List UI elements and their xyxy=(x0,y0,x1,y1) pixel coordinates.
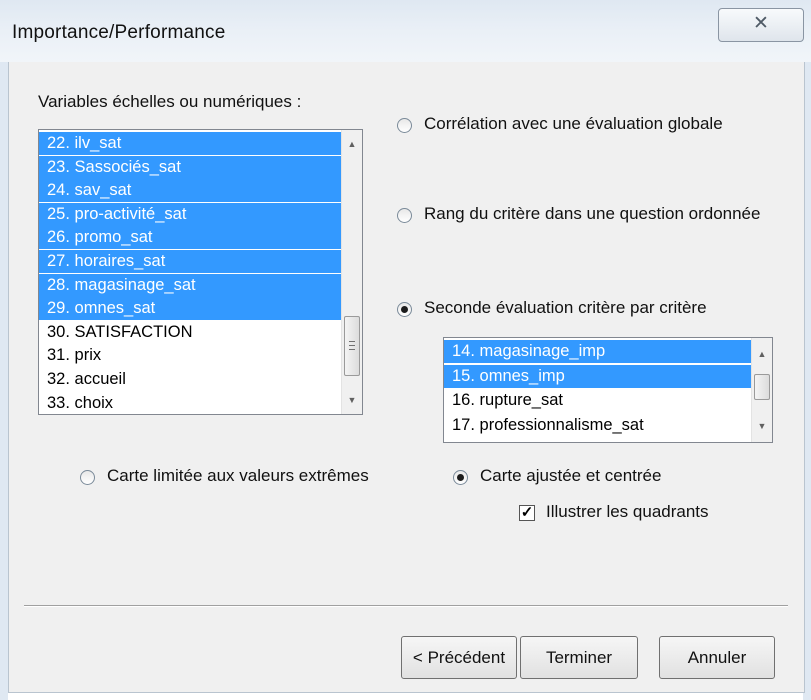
radio-seconde-label[interactable]: Seconde évaluation critère par critère xyxy=(424,298,707,318)
window-frame-left xyxy=(0,62,8,700)
radio-carte-ajustee[interactable] xyxy=(453,470,468,485)
list-item[interactable]: 28. magasinage_sat xyxy=(39,273,342,297)
radio-correlation-label[interactable]: Corrélation avec une évaluation globale xyxy=(424,114,723,134)
scroll-down-icon[interactable]: ▼ xyxy=(752,416,772,436)
checkmark-icon: ✓ xyxy=(520,504,534,521)
list-item[interactable]: 15. omnes_imp xyxy=(444,364,752,388)
list-item[interactable]: 29. omnes_sat xyxy=(39,297,342,321)
radio-seconde[interactable] xyxy=(397,302,412,317)
list-item[interactable]: 23. Sassociés_sat xyxy=(39,155,342,179)
list-item[interactable]: 24. sav_sat xyxy=(39,179,342,203)
radio-rang[interactable] xyxy=(397,208,412,223)
list-item[interactable]: 32. accueil xyxy=(39,368,342,391)
list-item[interactable]: 27. horaires_sat xyxy=(39,250,342,273)
radio-correlation[interactable] xyxy=(397,118,412,133)
cancel-button[interactable]: Annuler xyxy=(659,636,775,679)
radio-selected-dot xyxy=(401,306,408,313)
scroll-up-icon[interactable]: ▲ xyxy=(342,134,362,154)
title-bar: Importance/Performance ✕ xyxy=(0,0,811,62)
scroll-thumb[interactable] xyxy=(754,374,770,400)
close-button[interactable]: ✕ xyxy=(718,8,804,42)
window-title: Importance/Performance xyxy=(12,22,226,43)
scroll-down-icon[interactable]: ▼ xyxy=(342,390,362,410)
scroll-up-icon[interactable]: ▲ xyxy=(752,344,772,364)
radio-selected-dot xyxy=(457,474,464,481)
list-item[interactable]: 22. ilv_sat xyxy=(39,132,342,155)
criteria-listbox[interactable]: 14. magasinage_imp 15. omnes_imp 16. ruptu… xyxy=(443,337,773,443)
previous-button[interactable]: < Précédent xyxy=(401,636,517,679)
quadrants-checkbox[interactable]: ✓ xyxy=(519,505,535,521)
radio-carte-limitee[interactable] xyxy=(80,470,95,485)
list-item[interactable]: 14. magasinage_imp xyxy=(444,340,752,363)
separator xyxy=(24,605,788,607)
close-icon[interactable]: ✕ xyxy=(719,12,803,35)
list-item[interactable]: 16. rupture_sat xyxy=(444,389,752,412)
list-item[interactable]: 30. SATISFACTION xyxy=(39,321,342,344)
list-item[interactable]: 17. professionnalisme_sat xyxy=(444,414,752,437)
criteria-scrollbar[interactable]: ▲ ▼ xyxy=(751,338,772,442)
finish-button[interactable]: Terminer xyxy=(520,636,638,679)
list-item[interactable]: 26. promo_sat xyxy=(39,226,342,250)
variables-label: Variables échelles ou numériques : xyxy=(38,92,302,111)
radio-rang-label[interactable]: Rang du critère dans une question ordonn… xyxy=(424,204,760,224)
radio-carte-ajustee-label[interactable]: Carte ajustée et centrée xyxy=(480,466,661,486)
radio-carte-limitee-label[interactable]: Carte limitée aux valeurs extrêmes xyxy=(107,466,369,486)
variables-listbox[interactable]: 22. ilv_sat 23. Sassociés_sat 24. sav_sat 2… xyxy=(38,129,363,415)
list-item[interactable]: 33. choix xyxy=(39,392,342,414)
quadrants-label[interactable]: Illustrer les quadrants xyxy=(546,502,709,522)
variables-scrollbar[interactable]: ▲ ▼ xyxy=(341,130,362,414)
scroll-thumb[interactable] xyxy=(344,316,360,376)
list-item[interactable]: 31. prix xyxy=(39,344,342,367)
list-item[interactable]: 25. pro-activité_sat xyxy=(39,202,342,226)
